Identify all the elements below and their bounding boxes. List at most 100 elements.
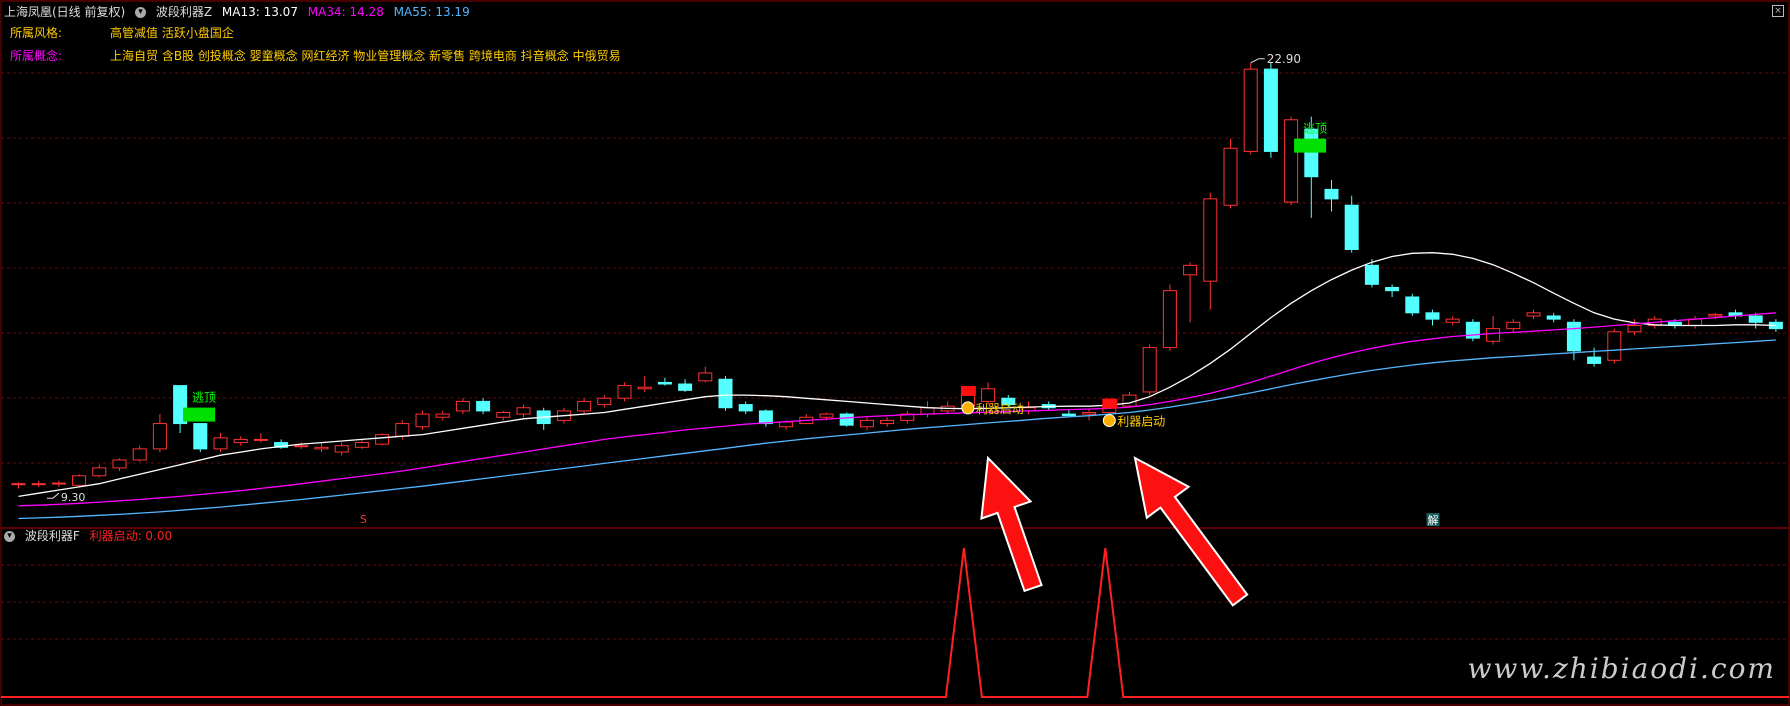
- escape-signal-block: [183, 407, 216, 422]
- candle-body: [112, 459, 127, 469]
- candle-body: [1405, 296, 1420, 314]
- candle-body: [617, 385, 632, 399]
- start-signal-block: [1102, 398, 1118, 409]
- signal-value: 利器启动: 0.00: [89, 529, 173, 543]
- concept-value: 上海自贸 含B股 创投概念 婴童概念 网红经济 物业管理概念 新零售 跨境电商 …: [110, 49, 621, 63]
- candle-body: [1223, 147, 1238, 206]
- candle-body: [1445, 318, 1460, 323]
- candle-body: [981, 388, 996, 402]
- close-icon[interactable]: ×: [1772, 5, 1784, 17]
- start-signal-block: [960, 385, 976, 396]
- candle-body: [1587, 356, 1602, 364]
- candle-body: [1142, 347, 1157, 393]
- candle-body: [597, 397, 612, 406]
- candle-body: [516, 407, 531, 415]
- candle-body: [1526, 312, 1541, 317]
- candle-body: [72, 475, 87, 486]
- max-price-pointer: [1250, 58, 1265, 64]
- candle-body: [415, 413, 430, 428]
- candle-body: [698, 372, 713, 382]
- candle-body: [1364, 264, 1379, 285]
- candle-body: [1122, 394, 1137, 407]
- style-value: 高管减值 活跃小盘国企: [110, 26, 234, 40]
- candle-body: [1183, 264, 1198, 276]
- arrow-annotation: [1133, 456, 1249, 607]
- candle-body: [496, 411, 511, 418]
- candle-body: [1263, 68, 1278, 152]
- marker-jie: 解: [1428, 513, 1439, 527]
- style-label: 所属风格:: [10, 26, 63, 40]
- chart-stage: { "header": { "stock": "上海凤凰(日线 前复权)", "…: [0, 0, 1790, 706]
- arrow-annotation: [980, 455, 1043, 593]
- ma13-line: [18, 252, 1776, 498]
- candle-body: [193, 423, 208, 450]
- candle-body: [92, 467, 107, 477]
- chart-header: 上海凤凰(日线 前复权) ▾ 波段利器Z MA13: 13.07 MA34: 1…: [4, 3, 476, 21]
- candle-body: [1203, 198, 1218, 282]
- candle-body: [375, 434, 390, 445]
- candle-body: [637, 386, 652, 390]
- candle-body: [1344, 204, 1359, 251]
- candle-body: [132, 448, 147, 461]
- candle-body: [738, 404, 753, 412]
- candle-body: [1506, 321, 1521, 330]
- candle-body: [819, 413, 834, 418]
- candle-body: [334, 445, 349, 453]
- watermark: www.zhibiaodi.com: [1467, 652, 1776, 685]
- candle-body: [1566, 321, 1581, 352]
- ma55-value: MA55: 13.19: [393, 5, 470, 19]
- candle-body: [314, 446, 329, 450]
- start-signal-label: 利器启动: [976, 402, 1024, 416]
- dropdown-icon[interactable]: ▾: [4, 531, 15, 542]
- sub-indicator-name: 波段利器F: [24, 529, 80, 543]
- candle-body: [294, 445, 309, 448]
- candle-body: [1284, 119, 1299, 203]
- candle-body: [1708, 313, 1723, 317]
- candle-body: [395, 423, 410, 437]
- candle-body: [1546, 315, 1561, 320]
- chart-frame: [0, 0, 1790, 706]
- candle-body: [213, 437, 228, 450]
- candle-body: [920, 407, 935, 415]
- max-price-label: 22.90: [1267, 52, 1301, 66]
- candle-body: [1385, 286, 1400, 292]
- kline-chart: 22.909.30逃顶逃顶利器启动利器启动S 解: [0, 0, 1790, 706]
- candle-body: [1486, 328, 1501, 342]
- candle-body: [233, 438, 248, 444]
- dropdown-icon[interactable]: ▾: [135, 7, 147, 18]
- candle-body: [354, 442, 369, 448]
- concept-label: 所属概念:: [10, 49, 63, 63]
- candle-body: [476, 400, 491, 412]
- candle-body: [1324, 188, 1339, 200]
- candle-body: [1061, 413, 1076, 417]
- stock-name[interactable]: 上海凤凰(日线 前复权): [4, 5, 125, 19]
- candle-body: [31, 483, 46, 486]
- candle-body: [859, 419, 874, 428]
- candle-body: [718, 378, 733, 409]
- start-signal-icon: [961, 401, 975, 415]
- candle-body: [657, 381, 672, 385]
- candle-body: [1304, 128, 1319, 178]
- candle-body: [455, 400, 470, 412]
- candle-body: [1748, 315, 1763, 323]
- candle-body: [577, 400, 592, 412]
- ma34-value: MA34: 14.28: [307, 5, 384, 19]
- ma13-value: MA13: 13.07: [221, 5, 298, 19]
- sub-chart-header: ▾ 波段利器F 利器启动: 0.00: [4, 527, 178, 545]
- candle-body: [1607, 331, 1622, 361]
- candle-body: [11, 483, 26, 486]
- candle-body: [1627, 324, 1642, 333]
- candle-body: [51, 482, 66, 485]
- candle-body: [253, 438, 268, 441]
- candle-body: [1243, 68, 1258, 152]
- ma55-line: [18, 339, 1776, 520]
- candle-body: [1162, 290, 1177, 349]
- candle-body: [435, 413, 450, 418]
- min-price-label: 9.30: [61, 491, 86, 504]
- candle-body: [758, 410, 773, 425]
- start-signal-icon: [1102, 414, 1116, 428]
- escape-signal-label: 逃顶: [1303, 122, 1327, 136]
- candle-body: [779, 421, 794, 428]
- candle-body: [880, 419, 895, 425]
- candle-body: [839, 413, 854, 426]
